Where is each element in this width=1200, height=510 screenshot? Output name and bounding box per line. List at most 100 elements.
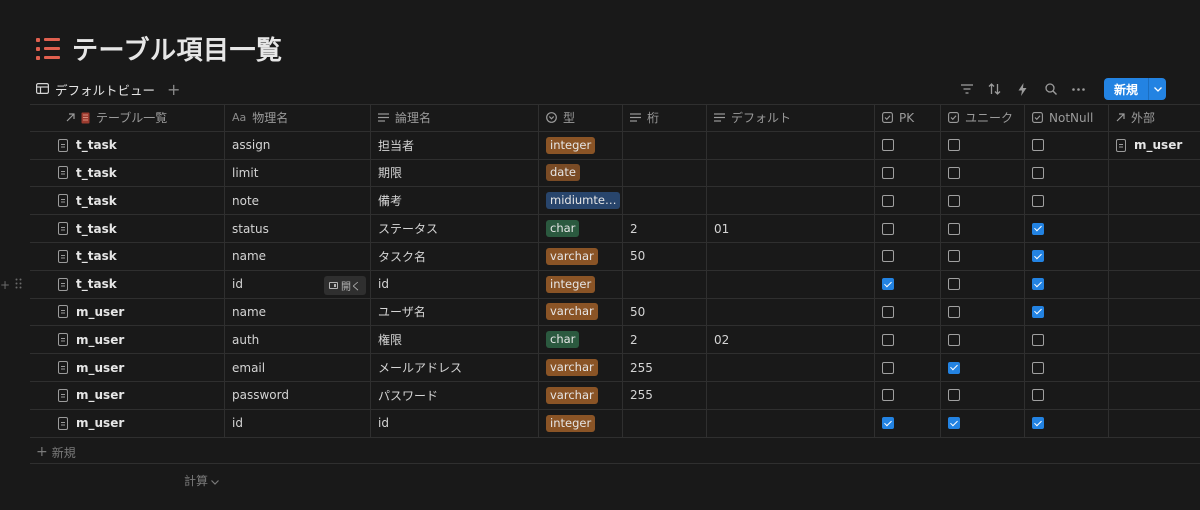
pk-checkbox[interactable]: [882, 333, 894, 346]
cell-digits[interactable]: [623, 131, 707, 159]
unique-checkbox[interactable]: [948, 333, 960, 346]
search-icon[interactable]: [1044, 82, 1058, 96]
cell-foreign[interactable]: [1109, 299, 1200, 326]
cell-default[interactable]: [707, 242, 875, 270]
pk-checkbox[interactable]: [882, 250, 894, 263]
cell-default[interactable]: 01: [707, 215, 875, 242]
cell-default[interactable]: [707, 159, 875, 187]
unique-checkbox[interactable]: [948, 305, 960, 318]
cell-logical-name[interactable]: ユーザ名: [371, 298, 539, 326]
plus-icon[interactable]: +: [0, 278, 10, 292]
cell-foreign[interactable]: m_user: [1109, 132, 1200, 159]
column-header-pk[interactable]: PK: [875, 105, 941, 131]
cell-physical-name[interactable]: assign: [225, 131, 371, 159]
cell-table[interactable]: t_task: [30, 242, 225, 270]
cell-physical-name[interactable]: status: [225, 215, 371, 242]
notnull-checkbox[interactable]: [1032, 139, 1044, 152]
cell-digits[interactable]: [623, 409, 707, 437]
pk-checkbox[interactable]: [882, 278, 894, 291]
new-button[interactable]: 新規: [1103, 78, 1148, 100]
cell-type[interactable]: varchar: [539, 242, 623, 270]
pk-checkbox[interactable]: [882, 361, 894, 374]
cell-physical-name[interactable]: name: [225, 298, 371, 326]
lightning-icon[interactable]: [1016, 82, 1030, 96]
cell-default[interactable]: [707, 270, 875, 298]
cell-table[interactable]: m_user: [30, 298, 225, 326]
cell-physical-name[interactable]: limit: [225, 159, 371, 187]
open-button[interactable]: 開く: [324, 275, 366, 295]
cell-foreign[interactable]: [1109, 160, 1200, 187]
notnull-checkbox[interactable]: [1032, 333, 1044, 346]
column-header-default[interactable]: デフォルト: [707, 105, 875, 131]
unique-checkbox[interactable]: [948, 417, 960, 430]
pk-checkbox[interactable]: [882, 305, 894, 318]
unique-checkbox[interactable]: [948, 166, 960, 179]
page-title[interactable]: テーブル項目一覧: [72, 30, 282, 67]
cell-foreign[interactable]: [1109, 326, 1200, 353]
cell-logical-name[interactable]: 権限: [371, 326, 539, 354]
cell-digits[interactable]: 50: [623, 242, 707, 270]
cell-default[interactable]: [707, 354, 875, 381]
notnull-checkbox[interactable]: [1032, 194, 1044, 207]
unique-checkbox[interactable]: [948, 361, 960, 374]
pk-checkbox[interactable]: [882, 389, 894, 402]
notnull-checkbox[interactable]: [1032, 389, 1044, 402]
cell-table[interactable]: t_task: [30, 215, 225, 242]
cell-default[interactable]: [707, 298, 875, 326]
cell-digits[interactable]: [623, 270, 707, 298]
cell-digits[interactable]: 2: [623, 326, 707, 354]
pk-checkbox[interactable]: [882, 194, 894, 207]
notnull-checkbox[interactable]: [1032, 222, 1044, 235]
cell-default[interactable]: [707, 187, 875, 215]
cell-foreign[interactable]: [1109, 354, 1200, 381]
cell-physical-name[interactable]: email: [225, 354, 371, 381]
column-header-unique[interactable]: ユニーク: [941, 105, 1025, 131]
cell-type[interactable]: midiumte…: [539, 187, 623, 215]
cell-table[interactable]: m_user: [30, 326, 225, 354]
cell-foreign[interactable]: [1109, 382, 1200, 409]
cell-table[interactable]: m_user: [30, 381, 225, 409]
cell-logical-name[interactable]: 担当者: [371, 131, 539, 159]
unique-checkbox[interactable]: [948, 389, 960, 402]
cell-type[interactable]: char: [539, 215, 623, 242]
cell-logical-name[interactable]: 期限: [371, 159, 539, 187]
cell-physical-name[interactable]: password: [225, 381, 371, 409]
column-header-table-list[interactable]: テーブル一覧: [30, 105, 225, 131]
cell-logical-name[interactable]: ステータス: [371, 215, 539, 242]
notnull-checkbox[interactable]: [1032, 166, 1044, 179]
calculate-button[interactable]: 計算: [184, 472, 219, 489]
column-header-type[interactable]: 型: [539, 105, 623, 131]
cell-table[interactable]: m_user: [30, 354, 225, 381]
notnull-checkbox[interactable]: [1032, 305, 1044, 318]
cell-table[interactable]: t_task: [30, 187, 225, 215]
view-tab-default[interactable]: デフォルトビュー: [36, 80, 155, 99]
cell-logical-name[interactable]: 備考: [371, 187, 539, 215]
unique-checkbox[interactable]: [948, 278, 960, 291]
pk-checkbox[interactable]: [882, 222, 894, 235]
cell-type[interactable]: integer: [539, 270, 623, 298]
unique-checkbox[interactable]: [948, 139, 960, 152]
pk-checkbox[interactable]: [882, 417, 894, 430]
cell-table[interactable]: t_task: [30, 270, 225, 298]
cell-logical-name[interactable]: メールアドレス: [371, 354, 539, 381]
cell-type[interactable]: integer: [539, 131, 623, 159]
cell-physical-name[interactable]: auth: [225, 326, 371, 354]
pk-checkbox[interactable]: [882, 139, 894, 152]
cell-digits[interactable]: 50: [623, 298, 707, 326]
cell-foreign[interactable]: [1109, 410, 1200, 437]
notnull-checkbox[interactable]: [1032, 417, 1044, 430]
bulleted-list-icon[interactable]: [36, 37, 60, 60]
cell-default[interactable]: [707, 131, 875, 159]
cell-type[interactable]: integer: [539, 409, 623, 437]
unique-checkbox[interactable]: [948, 250, 960, 263]
cell-default[interactable]: [707, 409, 875, 437]
cell-physical-name[interactable]: id 開く: [225, 270, 371, 298]
cell-type[interactable]: varchar: [539, 381, 623, 409]
notnull-checkbox[interactable]: [1032, 361, 1044, 374]
sort-icon[interactable]: [988, 82, 1002, 96]
cell-logical-name[interactable]: id: [371, 409, 539, 437]
cell-type[interactable]: varchar: [539, 298, 623, 326]
cell-foreign[interactable]: [1109, 271, 1200, 298]
plus-icon[interactable]: +: [167, 80, 180, 99]
cell-digits[interactable]: 255: [623, 381, 707, 409]
